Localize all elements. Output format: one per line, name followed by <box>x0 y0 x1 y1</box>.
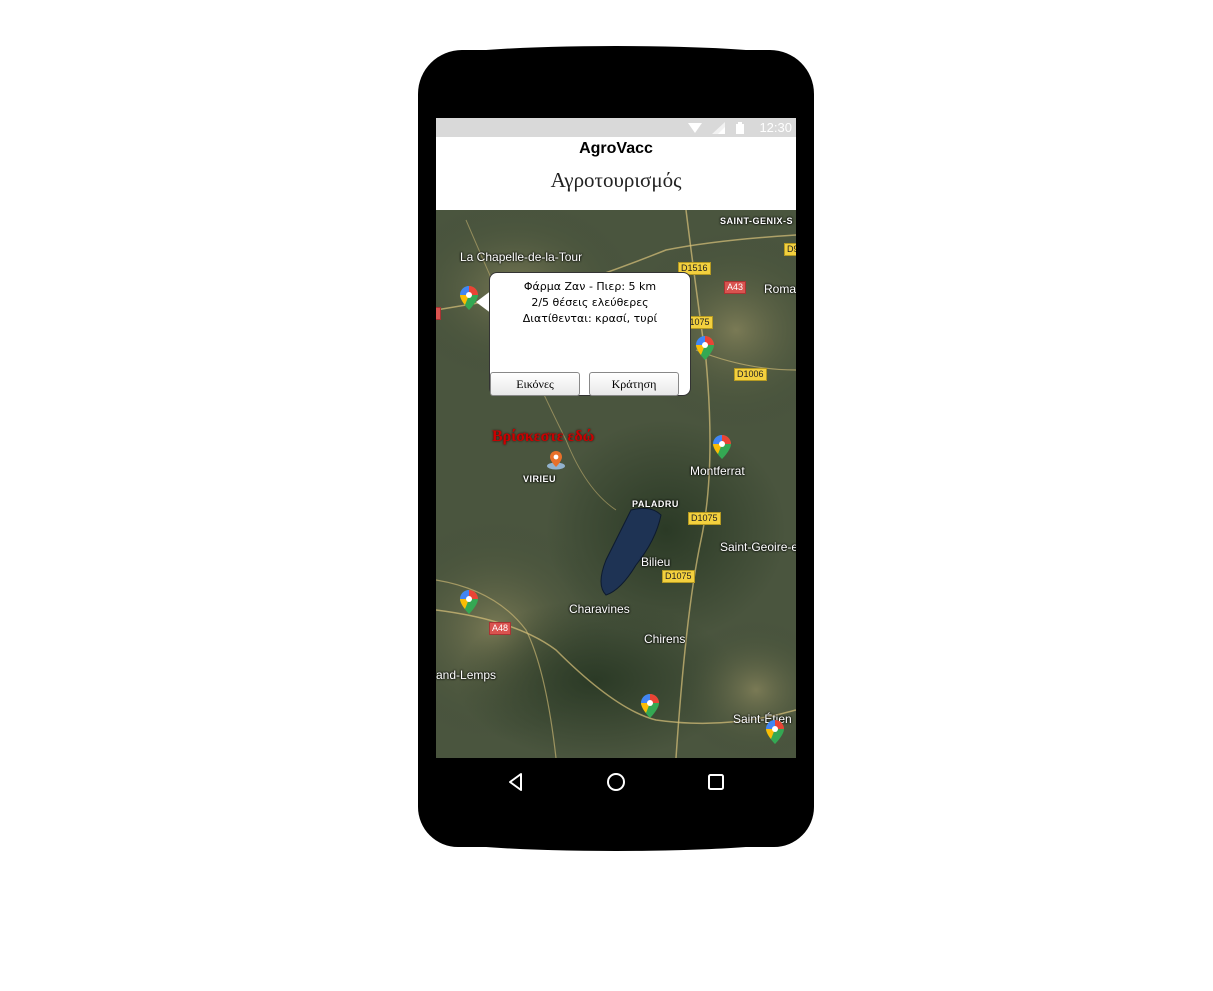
popup-farm-distance: Φάρμα Ζαν - Πιερ: 5 km <box>523 280 657 293</box>
map-label-saint-genix: SAINT-GENIX-S <box>720 216 794 226</box>
road-label: D1075 <box>688 512 721 525</box>
status-bar: 12:30 <box>436 118 796 137</box>
back-icon[interactable] <box>506 772 526 792</box>
road-label: A43 <box>724 281 747 294</box>
popup-products: Διατίθενται: κρασί, τυρί <box>522 312 658 325</box>
signal-icon <box>712 121 726 134</box>
map-label-la-chapelle: La Chapelle-de-la-Tour <box>460 250 583 264</box>
map-pin-icon[interactable] <box>460 590 478 614</box>
app-title: AgroVacc <box>579 140 653 157</box>
page-title: Αγροτουρισμός <box>550 168 682 192</box>
road-label <box>436 307 441 320</box>
recents-icon[interactable] <box>706 772 726 792</box>
battery-icon <box>736 121 745 134</box>
map-label-bilieu: Bilieu <box>641 555 671 569</box>
android-nav-bar <box>436 758 796 806</box>
road-label: A48 <box>489 622 512 635</box>
map-pin-icon[interactable] <box>713 435 731 459</box>
phone-screen: 12:30 AgroVacc Αγροτουρισμός SAINT-GENIX… <box>436 118 796 758</box>
farm-info-popup: Φάρμα Ζαν - Πιερ: 5 km 2/5 θέσεις ελεύθε… <box>489 272 691 396</box>
road-label: D1006 <box>734 368 767 381</box>
map-label-chirens: Chirens <box>644 632 686 646</box>
map-label-paladru: PALADRU <box>632 499 679 509</box>
phone-frame: 12:30 AgroVacc Αγροτουρισμός SAINT-GENIX… <box>418 46 814 851</box>
road-label: D9 <box>784 243 796 256</box>
map-label-charavines: Charavines <box>569 602 630 616</box>
app-header: AgroVacc Αγροτουρισμός <box>436 137 796 210</box>
booking-button[interactable]: Κράτηση <box>589 372 679 396</box>
current-location-label: Βρίσκεστε εδώ <box>492 428 595 445</box>
map-label-saint-geoire: Saint-Geoire-e <box>720 540 796 554</box>
map-label-roma: Roma <box>764 282 796 296</box>
location-pin-icon[interactable] <box>546 450 566 470</box>
status-time: 12:30 <box>759 120 792 135</box>
map-view[interactable]: SAINT-GENIX-S La Chapelle-de-la-Tour Rom… <box>436 210 796 758</box>
wifi-icon <box>688 122 703 133</box>
map-pin-icon[interactable] <box>641 694 659 718</box>
map-label-virieu: VIRIEU <box>523 474 557 484</box>
home-icon[interactable] <box>606 772 626 792</box>
map-label-montferrat: Montferrat <box>690 464 745 478</box>
road-label: D1075 <box>662 570 695 583</box>
map-pin-icon[interactable] <box>766 720 784 744</box>
map-pin-icon[interactable] <box>696 336 714 360</box>
map-label-and-lemps: and-Lemps <box>436 668 497 682</box>
images-button[interactable]: Εικόνες <box>490 372 580 396</box>
popup-available-spots: 2/5 θέσεις ελεύθερες <box>531 296 649 309</box>
